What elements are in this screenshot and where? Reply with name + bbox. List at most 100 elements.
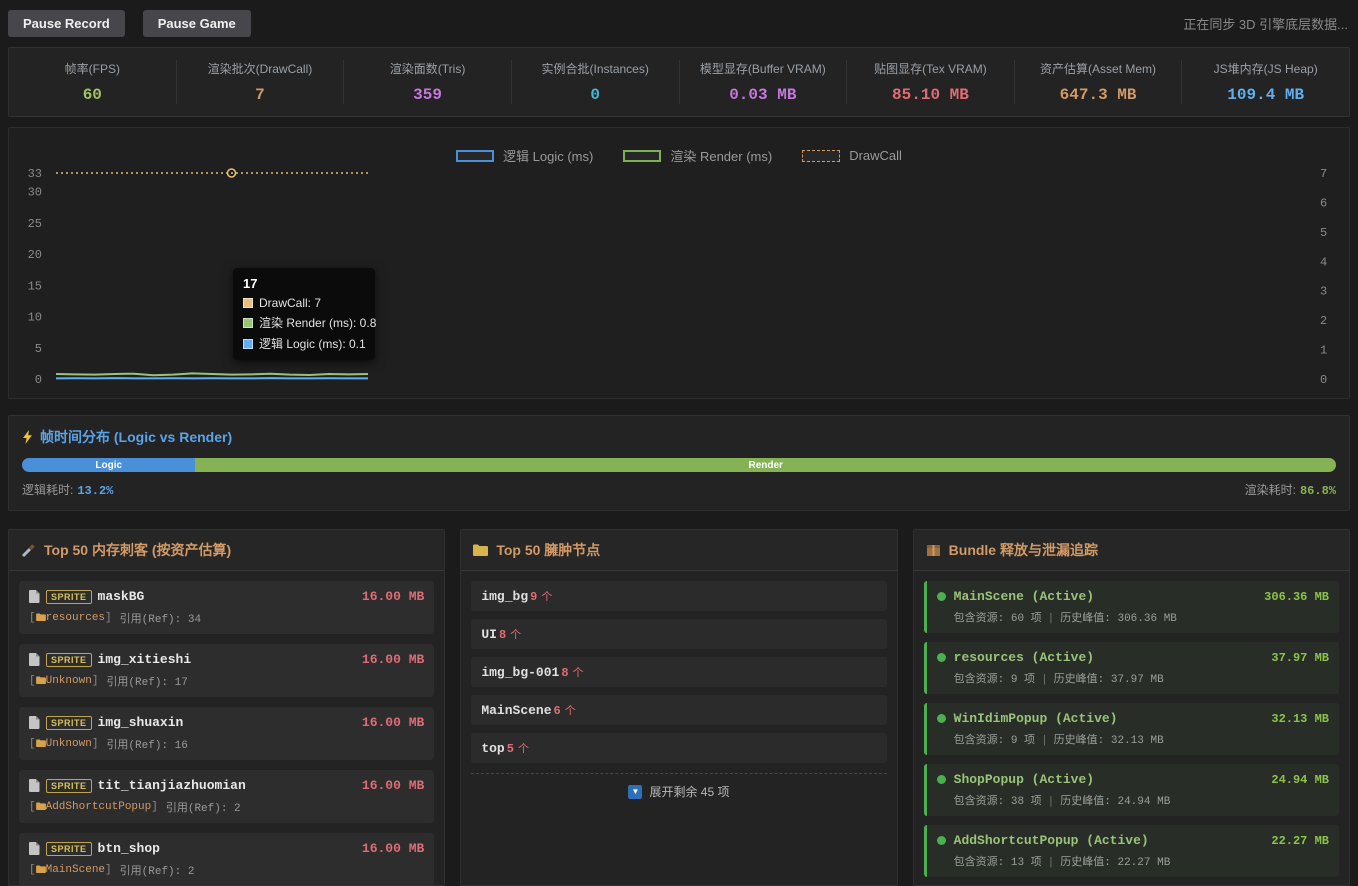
tooltip-text: 渲染 Render (ms): 0.8 <box>259 316 377 330</box>
svg-text:0: 0 <box>1320 373 1327 387</box>
stat-tris: 渲染面数(Tris) 359 <box>344 60 512 104</box>
file-icon <box>29 716 40 729</box>
bundle-name: Unknown <box>45 675 92 687</box>
node-name: img_bg <box>481 589 529 604</box>
stat-label: JS堆内存(JS Heap) <box>1213 62 1318 76</box>
active-status-dot <box>936 714 946 723</box>
svg-text:3: 3 <box>1320 285 1327 299</box>
bundle-name: resources <box>45 612 106 624</box>
bundle-size: 22.27 MB <box>1271 833 1329 848</box>
memory-item: SPRITE img_xitieshi 16.00 MB Unknown 引用(… <box>19 644 435 697</box>
node-item: top 5 个 <box>471 733 887 763</box>
bundle-peak: 历史峰值: 32.13 MB <box>1053 735 1164 747</box>
nodes-expand-button[interactable]: ▼ 展开剩余 45 项 <box>471 773 887 804</box>
nodes-panel-title: Top 50 臃肿节点 <box>496 542 601 558</box>
node-unit: 个 <box>541 591 553 603</box>
bundle-resource-count: 包含资源: 60 项 <box>953 613 1042 625</box>
ref-count: 引用(Ref): 17 <box>106 677 188 689</box>
pause-record-button[interactable]: Pause Record <box>8 10 125 37</box>
render-caption-value: 86.8% <box>1299 484 1336 498</box>
svg-text:33: 33 <box>28 167 42 181</box>
frame-time-title-row: 帧时间分布 (Logic vs Render) <box>22 427 1336 447</box>
active-status-dot <box>936 592 946 601</box>
memory-panel-body: SPRITE maskBG 16.00 MB resources 引用(Ref)… <box>9 571 444 885</box>
asset-name: tit_tianjiazhuomian <box>97 778 246 793</box>
frame-timing-chart[interactable]: 3330252015105076543210 <box>16 166 1342 398</box>
memory-item: SPRITE maskBG 16.00 MB resources 引用(Ref)… <box>19 581 435 634</box>
node-item: img_bg-001 8 个 <box>471 657 887 687</box>
svg-text:4: 4 <box>1320 255 1327 269</box>
folder-icon <box>35 739 46 747</box>
file-icon <box>29 842 40 855</box>
bundle-size: 37.97 MB <box>1271 650 1329 665</box>
sync-status-text: 正在同步 3D 引擎底层数据... <box>1183 17 1348 32</box>
separator: | <box>1047 613 1055 625</box>
asset-type-badge: SPRITE <box>46 841 92 856</box>
bundle-size: 32.13 MB <box>1271 711 1329 726</box>
bundle-ref: resources <box>29 612 112 624</box>
legend-label: 逻辑 Logic (ms) <box>503 149 594 164</box>
svg-text:6: 6 <box>1320 196 1327 210</box>
tooltip-row-drawcall: DrawCall: 7 <box>243 296 365 310</box>
bundle-item: WinIdimPopup (Active) 32.13 MB 包含资源: 9 项… <box>923 703 1339 755</box>
node-item: img_bg 9 个 <box>471 581 887 611</box>
render-caption: 渲染耗时: 86.8% <box>1245 481 1336 498</box>
stat-tex-vram: 贴图显存(Tex VRAM) 85.10 MB <box>847 60 1015 104</box>
chart-tooltip: 17 DrawCall: 7 渲染 Render (ms): 0.8 逻辑 Lo… <box>233 268 377 360</box>
legend-item-render[interactable]: 渲染 Render (ms) <box>623 146 772 165</box>
folder-icon <box>35 802 46 810</box>
tooltip-text: DrawCall: 7 <box>259 296 322 310</box>
stat-value: 359 <box>413 86 442 104</box>
node-item: MainScene 6 个 <box>471 695 887 725</box>
stat-value: 85.10 MB <box>892 86 969 104</box>
logic-swatch-icon <box>243 338 253 349</box>
bundle-item: ShopPopup (Active) 24.94 MB 包含资源: 38 项 | 历… <box>923 764 1339 816</box>
bundle-resource-count: 包含资源: 38 项 <box>953 796 1042 808</box>
separator: | <box>1047 796 1055 808</box>
legend-item-logic[interactable]: 逻辑 Logic (ms) <box>456 146 593 165</box>
asset-size: 16.00 MB <box>361 589 425 604</box>
folder-icon <box>35 613 46 621</box>
stat-label: 帧率(FPS) <box>64 62 120 76</box>
file-icon <box>29 653 40 666</box>
memory-panel-title: Top 50 内存刺客 (按资产估算) <box>44 542 232 558</box>
logic-bar-segment: Logic <box>22 458 196 472</box>
performance-chart-panel[interactable]: 逻辑 Logic (ms) 渲染 Render (ms) DrawCall 33… <box>8 127 1350 399</box>
stat-value: 0 <box>590 86 600 104</box>
bundle-tracking-panel: Bundle 释放与泄漏追踪 MainScene (Active) 306.36… <box>912 529 1350 886</box>
legend-item-drawcall[interactable]: DrawCall <box>802 148 902 163</box>
chart-legend: 逻辑 Logic (ms) 渲染 Render (ms) DrawCall <box>9 128 1349 166</box>
svg-text:15: 15 <box>28 279 42 293</box>
ref-count: 引用(Ref): 34 <box>119 614 202 626</box>
bloated-nodes-panel: Top 50 臃肿节点 img_bg 9 个 UI 8 个 img_bg-001… <box>460 529 898 886</box>
node-name: top <box>481 741 505 756</box>
bundle-ref: MainScene <box>29 864 112 876</box>
drawcall-swatch-icon <box>243 298 253 308</box>
tooltip-row-logic: 逻辑 Logic (ms): 0.1 <box>243 335 366 352</box>
node-count: 6 <box>553 704 561 718</box>
bundle-detail: 包含资源: 13 项 | 历史峰值: 22.27 MB <box>937 853 1329 869</box>
svg-text:5: 5 <box>1320 226 1327 240</box>
stat-value: 647.3 MB <box>1059 86 1137 104</box>
separator: | <box>1047 857 1055 869</box>
pause-game-button[interactable]: Pause Game <box>142 10 251 37</box>
bundle-name: ShopPopup (Active) <box>953 772 1095 787</box>
bottom-columns: Top 50 内存刺客 (按资产估算) SPRITE maskBG 16.00 … <box>8 529 1350 886</box>
node-name: MainScene <box>481 703 552 718</box>
bundle-resource-count: 包含资源: 9 项 <box>953 674 1036 686</box>
node-unit: 个 <box>564 705 576 717</box>
memory-item: SPRITE tit_tianjiazhuomian 16.00 MB AddS… <box>19 770 435 823</box>
svg-text:0: 0 <box>35 373 42 387</box>
bundle-panel-header: Bundle 释放与泄漏追踪 <box>913 530 1349 571</box>
legend-label: DrawCall <box>849 148 902 163</box>
node-count: 8 <box>498 628 507 642</box>
drawcall-series-swatch <box>802 149 841 162</box>
bundle-name: Unknown <box>45 738 92 750</box>
bundle-peak: 历史峰值: 306.36 MB <box>1060 613 1177 625</box>
svg-text:1: 1 <box>1320 344 1327 358</box>
bundle-detail: 包含资源: 60 项 | 历史峰值: 306.36 MB <box>937 609 1329 625</box>
bundle-name: resources (Active) <box>953 650 1095 665</box>
asset-name: maskBG <box>97 589 145 604</box>
node-unit: 个 <box>517 743 529 755</box>
separator: | <box>1041 735 1048 747</box>
